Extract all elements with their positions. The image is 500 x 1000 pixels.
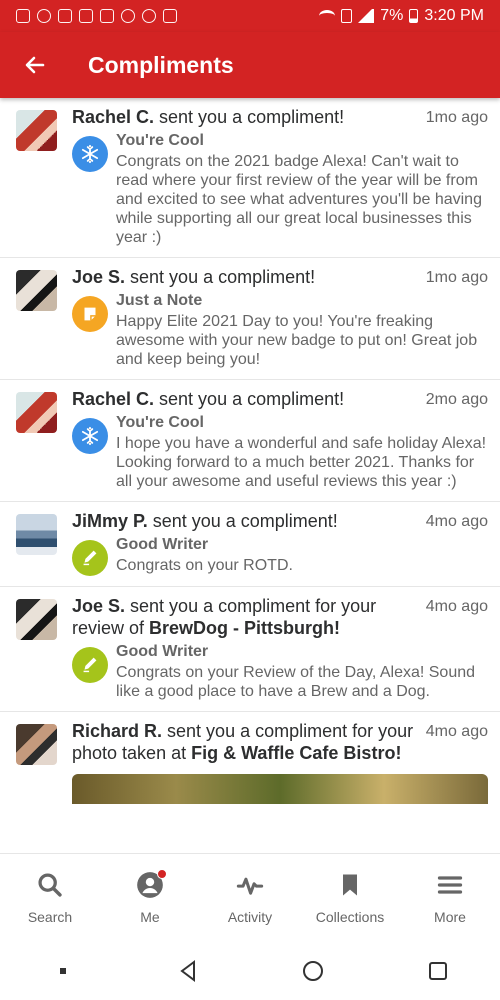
notification-dot — [157, 869, 167, 879]
compliment-headline: Joe S. sent you a compliment for your re… — [72, 593, 418, 639]
user-icon — [135, 869, 167, 900]
pinterest-icon — [121, 9, 135, 23]
nav-label: More — [434, 909, 466, 925]
arrow-left-icon — [25, 56, 45, 74]
timestamp: 1mo ago — [425, 269, 488, 286]
compliment-type: Good Writer — [116, 536, 209, 553]
timestamp: 4mo ago — [425, 723, 488, 740]
timestamp: 1mo ago — [425, 109, 488, 126]
sender-name[interactable]: Joe S. — [72, 596, 125, 616]
nav-more[interactable]: More — [400, 854, 500, 941]
pencil-icon — [72, 540, 108, 576]
compliment-message: Congrats on your Review of the Day, Alex… — [116, 664, 476, 700]
timestamp: 4mo ago — [425, 513, 488, 530]
compliments-feed[interactable]: Rachel C. sent you a compliment! 1mo ago… — [0, 98, 500, 853]
avatar[interactable] — [16, 514, 57, 555]
timestamp: 4mo ago — [425, 598, 488, 615]
compliment-action: sent you a compliment! — [147, 511, 338, 531]
nav-activity[interactable]: Activity — [200, 854, 300, 941]
image-icon — [79, 9, 93, 23]
nav-collections[interactable]: Collections — [300, 854, 400, 941]
sender-name[interactable]: Richard R. — [72, 721, 162, 741]
business-link[interactable]: BrewDog - Pittsburgh! — [149, 618, 340, 638]
avatar[interactable] — [16, 599, 57, 640]
sender-name[interactable]: JiMmy P. — [72, 511, 148, 531]
system-nav-bar — [0, 941, 500, 1000]
gmail-icon — [100, 9, 114, 23]
business-link[interactable]: Fig & Waffle Cafe Bistro! — [191, 743, 401, 763]
timestamp: 2mo ago — [425, 391, 488, 408]
nav-search[interactable]: Search — [0, 854, 100, 941]
compliment-message: I hope you have a wonderful and safe hol… — [116, 435, 487, 490]
note-icon — [72, 296, 108, 332]
sender-name[interactable]: Joe S. — [72, 267, 125, 287]
pencil-icon — [72, 647, 108, 683]
compliment-action: sent you a compliment! — [154, 107, 345, 127]
search-icon — [35, 870, 65, 900]
compliment-item[interactable]: Rachel C. sent you a compliment! 1mo ago… — [0, 98, 500, 258]
compliment-type: Good Writer — [116, 643, 209, 660]
status-bar: 7% 3:20 PM — [0, 0, 500, 32]
signal-icon — [358, 9, 375, 23]
nav-label: Collections — [315, 909, 385, 925]
sender-name[interactable]: Rachel C. — [72, 389, 154, 409]
battery-percent: 7% — [380, 7, 404, 24]
compliment-message: Happy Elite 2021 Day to you! You're frea… — [116, 313, 478, 368]
compliment-type: You're Cool — [116, 132, 204, 149]
compliment-message: Congrats on your ROTD. — [116, 557, 293, 574]
compliment-message: Congrats on the 2021 badge Alexa! Can't … — [116, 153, 482, 246]
home-button[interactable] — [250, 959, 375, 983]
compliment-item[interactable]: Joe S. sent you a compliment! 1mo ago Ju… — [0, 258, 500, 380]
compliment-headline: Joe S. sent you a compliment! — [72, 264, 418, 288]
nav-label: Me — [140, 909, 160, 925]
sender-name[interactable]: Rachel C. — [72, 107, 154, 127]
avatar[interactable] — [16, 270, 57, 311]
notification-icons — [16, 9, 177, 23]
compliment-headline: Rachel C. sent you a compliment! — [72, 104, 418, 128]
compliment-headline: JiMmy P. sent you a compliment! — [72, 508, 418, 532]
page-title: Compliments — [88, 51, 234, 78]
back-nav-button[interactable] — [125, 959, 250, 983]
nav-label: Search — [27, 909, 73, 925]
compliment-item[interactable]: Richard R. sent you a compliment for you… — [0, 712, 500, 814]
back-button[interactable] — [0, 32, 70, 98]
app-header: Compliments — [0, 32, 500, 98]
snowflake-icon — [72, 418, 108, 454]
triangle-back-icon — [179, 959, 195, 982]
overview-button[interactable] — [375, 959, 500, 983]
avatar[interactable] — [16, 110, 57, 151]
compliment-type: Just a Note — [116, 292, 203, 309]
menu-icon — [435, 870, 465, 900]
compliment-photo[interactable] — [72, 774, 488, 804]
incognito-icon — [163, 9, 177, 23]
compliment-item[interactable]: Rachel C. sent you a compliment! 2mo ago… — [0, 380, 500, 502]
nav-me[interactable]: Me — [100, 854, 200, 941]
no-sim-icon — [341, 9, 353, 23]
compliment-item[interactable]: JiMmy P. sent you a compliment! 4mo ago … — [0, 502, 500, 587]
snowflake-icon — [72, 136, 108, 172]
recent-dot-button[interactable] — [0, 959, 125, 983]
avatar[interactable] — [16, 724, 57, 765]
compliment-action: sent you a compliment! — [125, 267, 316, 287]
home-circle-icon — [302, 960, 323, 981]
clock: 3:20 PM — [424, 7, 484, 24]
compliment-action: sent you a compliment! — [154, 389, 345, 409]
compliment-headline: Rachel C. sent you a compliment! — [72, 386, 418, 410]
compliment-type: You're Cool — [116, 414, 204, 431]
compliment-item[interactable]: Joe S. sent you a compliment for your re… — [0, 587, 500, 712]
gmail-icon — [16, 9, 30, 23]
wifi-icon — [319, 10, 336, 22]
compliment-headline: Richard R. sent you a compliment for you… — [72, 718, 418, 764]
nav-label: Activity — [227, 909, 273, 925]
bookmark-icon — [335, 870, 365, 900]
chrome-icon — [142, 9, 156, 23]
chrome-icon — [37, 9, 51, 23]
bottom-nav: Search Me Activity Collections More — [0, 853, 500, 941]
battery-icon — [409, 9, 419, 23]
activity-icon — [235, 870, 265, 900]
calendar-icon — [58, 9, 72, 23]
avatar[interactable] — [16, 392, 57, 433]
square-icon — [428, 961, 447, 980]
